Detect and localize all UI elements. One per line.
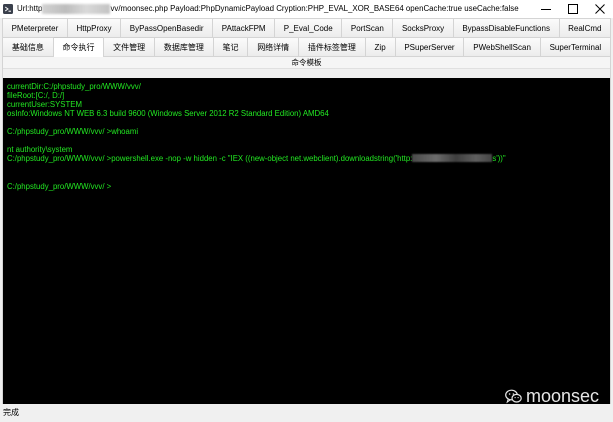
tab-label: SuperTerminal (549, 42, 602, 52)
window-title: Url:http vv/moonsec.php Payload:PhpDynami… (17, 0, 519, 18)
tab-plugin-tag-manager[interactable]: 插件标签管理 (298, 37, 365, 56)
tab-label: PWebShellScan (473, 42, 531, 52)
terminal-prompt: C:/phpstudy_pro/WWW/vvv/ > (7, 181, 112, 191)
tab-label: PortScan (350, 23, 384, 33)
command-exec-panel: 命令模板 currentDir:C:/phpstudy_pro/WWW/vvv/… (2, 56, 611, 405)
redacted-region (412, 154, 493, 163)
tab-file-manager[interactable]: 文件管理 (103, 37, 155, 56)
tab-label: Zip (374, 42, 386, 52)
tab-label: ByPassOpenBasedir (129, 23, 204, 33)
close-icon (594, 4, 605, 14)
terminal-line-before-redaction: C:/phpstudy_pro/WWW/vvv/ >powershell.exe… (7, 154, 413, 164)
window-title-prefix: Url:http (17, 4, 43, 13)
command-template-toggle[interactable]: 命令模板 (3, 57, 610, 69)
terminal-line: C:/phpstudy_pro/WWW/vvv/ >powershell.exe… (7, 154, 610, 163)
tab-basic-info[interactable]: 基础信息 (2, 37, 53, 56)
tab-label: 命令执行 (62, 43, 95, 52)
tab-command-exec[interactable]: 命令执行 (52, 37, 104, 57)
status-bar: 完成 (0, 404, 613, 422)
terminal-line: nt authority\system (7, 145, 73, 155)
tab-label: BypassDisableFunctions (462, 23, 550, 33)
command-template-label: 命令模板 (291, 58, 322, 67)
tab-label: SocksProxy (401, 23, 445, 33)
tab-bypassdisablefunctions[interactable]: BypassDisableFunctions (452, 18, 559, 37)
tab-httpproxy[interactable]: HttpProxy (66, 18, 121, 37)
tab-row-plugins: PMeterpreter HttpProxy ByPassOpenBasedir… (2, 18, 612, 37)
tab-pattackfpm[interactable]: PAttackFPM (212, 18, 275, 37)
tab-zip[interactable]: Zip (364, 37, 395, 56)
terminal-output[interactable]: currentDir:C:/phpstudy_pro/WWW/vvv/ file… (3, 78, 610, 404)
tab-label: RealCmd (568, 23, 602, 33)
tab-realcmd[interactable]: RealCmd (558, 18, 612, 37)
maximize-icon (567, 4, 578, 14)
tab-label: 文件管理 (113, 42, 146, 52)
tab-label: 网络详情 (257, 42, 290, 52)
tab-notes[interactable]: 笔记 (212, 37, 248, 56)
tab-database-manager[interactable]: 数据库管理 (154, 37, 213, 56)
tab-label: PAttackFPM (221, 23, 266, 33)
close-button[interactable] (586, 0, 613, 18)
app-icon (3, 4, 13, 14)
tab-label: 笔记 (222, 42, 239, 52)
wechat-icon (505, 389, 522, 404)
tab-label: PSuperServer (404, 42, 455, 52)
redacted-region (42, 3, 111, 14)
watermark-text: moonsec (526, 386, 600, 406)
tab-p-eval-code[interactable]: P_Eval_Code (274, 18, 342, 37)
minimize-button[interactable] (532, 0, 559, 18)
tab-row-main: 基础信息 命令执行 文件管理 数据库管理 笔记 网络详情 插件标签管理 Zip … (2, 37, 612, 57)
window-title-suffix: vv/moonsec.php Payload:PhpDynamicPayload… (110, 4, 519, 13)
tab-bypassopenbasedir[interactable]: ByPassOpenBasedir (120, 18, 213, 37)
terminal-line: C:/phpstudy_pro/WWW/vvv/ >whoami (7, 126, 139, 136)
terminal-line: currentUser:SYSTEM (7, 99, 82, 109)
tab-label: P_Eval_Code (283, 23, 333, 33)
terminal-line: fileRoot:[C:/, D:/] (7, 90, 65, 100)
tab-socksproxy[interactable]: SocksProxy (392, 18, 453, 37)
terminal-line: osInfo:Windows NT WEB 6.3 build 9600 (Wi… (7, 108, 329, 118)
maximize-button[interactable] (559, 0, 586, 18)
terminal-line: currentDir:C:/phpstudy_pro/WWW/vvv/ (7, 81, 141, 91)
tab-pwebshellscan[interactable]: PWebShellScan (463, 37, 540, 56)
minimize-icon (540, 9, 551, 10)
tab-pmeterpreter[interactable]: PMeterpreter (2, 18, 67, 37)
status-text: 完成 (3, 408, 19, 417)
tab-label: PMeterpreter (11, 23, 59, 33)
tab-psuperserver[interactable]: PSuperServer (394, 37, 464, 56)
tab-portscan[interactable]: PortScan (341, 18, 393, 37)
title-bar[interactable]: Url:http vv/moonsec.php Payload:PhpDynami… (0, 0, 613, 18)
tab-label: 插件标签管理 (307, 42, 356, 52)
terminal-line-after-redaction: s'))" (492, 154, 506, 164)
tab-label: 数据库管理 (163, 42, 204, 52)
tab-superterminal[interactable]: SuperTerminal (539, 37, 612, 56)
tab-label: 基础信息 (11, 42, 44, 52)
tab-network-details[interactable]: 网络详情 (247, 37, 299, 56)
tab-label: HttpProxy (76, 23, 112, 33)
